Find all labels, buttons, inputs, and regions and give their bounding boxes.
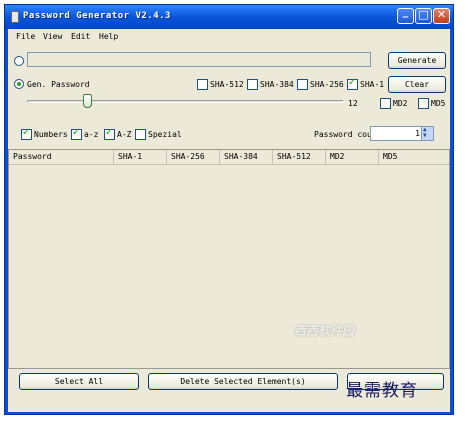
app-icon xyxy=(11,11,19,23)
title-bar: Password Generator V2.4.3 _ □ ✕ xyxy=(5,5,453,29)
minimize-icon: _ xyxy=(402,5,409,18)
numbers-label: Numbers xyxy=(34,130,68,139)
watermark-logo-text: 西西软件园 xyxy=(294,324,355,338)
md5-label: MD5 xyxy=(431,99,446,108)
menu-help[interactable]: Help xyxy=(99,32,118,41)
sha512-label: SHA-512 xyxy=(210,80,244,89)
sha384-checkbox[interactable] xyxy=(247,79,258,90)
uppercase-checkbox[interactable] xyxy=(104,127,115,140)
select-all-button[interactable]: Select All xyxy=(19,373,139,390)
app-window: Password Generator V2.4.3 _ □ ✕ File Vie… xyxy=(4,4,454,415)
length-value: 12 xyxy=(348,99,358,108)
clear-button[interactable]: Clear xyxy=(388,76,446,93)
md5-checkbox[interactable] xyxy=(418,98,429,109)
maximize-icon: □ xyxy=(418,8,429,21)
md2-label: MD2 xyxy=(393,99,408,108)
gen-password-radio[interactable] xyxy=(14,79,24,89)
sha256-checkbox[interactable] xyxy=(297,79,308,90)
col-sha256[interactable]: SHA-256 xyxy=(167,150,220,164)
length-slider-thumb[interactable] xyxy=(82,94,92,108)
lowercase-checkbox[interactable] xyxy=(71,127,82,140)
sha1-label: SHA-1 xyxy=(360,80,385,89)
length-slider-track[interactable] xyxy=(27,100,344,103)
gen-password-label: Gen. Password xyxy=(27,80,90,89)
menu-view[interactable]: View xyxy=(43,32,62,41)
password-count-value: 1 xyxy=(415,129,420,138)
sha256-label: SHA-256 xyxy=(310,80,344,89)
window-title: Password Generator V2.4.3 xyxy=(23,11,171,21)
password-field[interactable] xyxy=(27,52,371,67)
sha512-checkbox[interactable] xyxy=(197,79,208,90)
col-md5[interactable]: MD5 xyxy=(379,150,450,164)
menu-file[interactable]: File xyxy=(16,32,35,41)
table-header: Password SHA-1 SHA-256 SHA-384 SHA-512 M… xyxy=(9,150,449,165)
col-sha1[interactable]: SHA-1 xyxy=(114,150,167,164)
uppercase-label: A-Z xyxy=(117,130,132,139)
col-md2[interactable]: MD2 xyxy=(326,150,379,164)
md2-checkbox[interactable] xyxy=(380,98,391,109)
special-label: Spezial xyxy=(148,130,182,139)
col-sha512[interactable]: SHA-512 xyxy=(273,150,326,164)
lowercase-label: a-z xyxy=(84,130,99,139)
close-button[interactable]: ✕ xyxy=(433,8,450,24)
single-password-radio[interactable] xyxy=(14,56,24,66)
client-area: File View Edit Help Generate Gen. Passwo… xyxy=(8,29,450,412)
special-checkbox[interactable] xyxy=(135,129,146,140)
menu-edit[interactable]: Edit xyxy=(71,32,90,41)
spinner-arrows[interactable]: ▲ ▼ xyxy=(421,127,433,140)
numbers-checkbox[interactable] xyxy=(21,127,32,140)
password-count-spinner[interactable]: 1 ▲ ▼ xyxy=(370,126,434,141)
sha1-checkbox[interactable] xyxy=(347,77,358,90)
delete-selected-button[interactable]: Delete Selected Element(s) xyxy=(148,373,338,390)
maximize-button[interactable]: □ xyxy=(415,8,432,24)
results-table[interactable]: Password SHA-1 SHA-256 SHA-384 SHA-512 M… xyxy=(8,149,450,369)
menu-bar: File View Edit Help xyxy=(8,29,450,45)
spin-down-icon[interactable]: ▼ xyxy=(423,133,427,139)
sha384-label: SHA-384 xyxy=(260,80,294,89)
close-icon: ✕ xyxy=(436,8,447,21)
col-sha384[interactable]: SHA-384 xyxy=(220,150,273,164)
generate-button[interactable]: Generate xyxy=(388,52,446,69)
col-password[interactable]: Password xyxy=(9,150,114,164)
minimize-button[interactable]: _ xyxy=(397,5,414,24)
watermark-text: 最需教育 xyxy=(346,381,418,401)
